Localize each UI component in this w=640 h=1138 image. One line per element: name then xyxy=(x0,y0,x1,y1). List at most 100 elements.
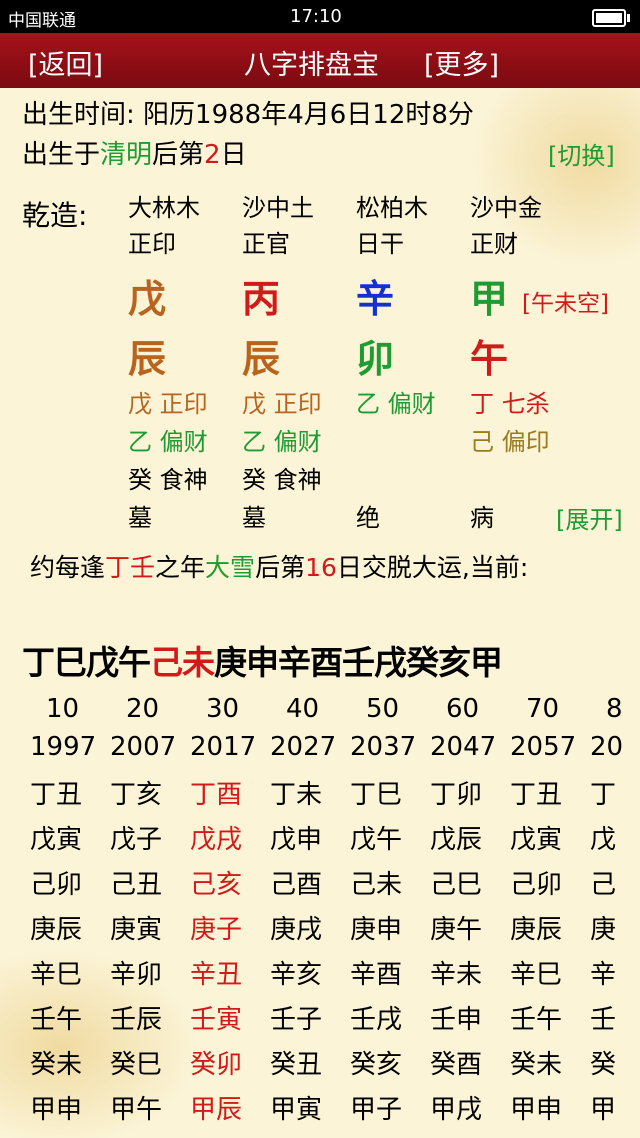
table-cell: 甲辰 xyxy=(190,1095,243,1125)
nayin-month: 沙中土 xyxy=(242,194,314,222)
table-row: 丁丑 丁亥 丁酉 丁未 丁巳 丁卯 丁丑丁 xyxy=(0,774,640,814)
hidden-hour-2: 己 偏印 xyxy=(470,428,550,456)
solar-prefix: 出生于 xyxy=(22,140,101,170)
table-cell: 庚子 xyxy=(190,915,243,945)
solar-term: 清明 xyxy=(100,140,153,170)
table-cell: 甲子 xyxy=(350,1095,403,1125)
table-cell: 庚午 xyxy=(430,915,483,945)
kongwang-label: [午未空] xyxy=(522,291,609,317)
table-cell: 己卯 xyxy=(510,870,563,900)
table-cell: 己 xyxy=(590,870,617,900)
solar-term-line: 出生于清明后第2日 xyxy=(22,134,247,171)
table-cell: 己巳 xyxy=(430,870,483,900)
table-cell: 癸卯 xyxy=(190,1050,243,1080)
table-cell: 庚 xyxy=(590,915,617,945)
table-cell: 丁亥 xyxy=(110,780,163,810)
luck-term: 大雪 xyxy=(205,553,256,582)
table-cell: 戊 xyxy=(590,825,617,855)
table-cell: 己酉 xyxy=(270,870,323,900)
table-cell: 辛 xyxy=(590,960,617,990)
tengod-month: 正官 xyxy=(242,230,290,258)
solar-suffix: 日 xyxy=(220,140,247,170)
branch-hour: 午 xyxy=(470,337,509,381)
table-cell: 庚寅 xyxy=(110,915,163,945)
branch-year: 辰 xyxy=(128,337,167,381)
table-cell: 2027 xyxy=(270,732,337,762)
table-cell: 戊寅 xyxy=(510,825,563,855)
table-cell: 丁卯 xyxy=(430,780,483,810)
table-cell: 30 xyxy=(206,694,240,724)
table-row: 癸未 癸巳 癸卯 癸丑 癸亥 癸酉 癸未癸 xyxy=(0,1044,640,1084)
year-row: 1997 2007 2017 2027 2037 2047 2057 20 xyxy=(0,732,640,772)
back-button[interactable]: [返回] xyxy=(28,43,103,82)
table-cell: 辛丑 xyxy=(190,960,243,990)
table-cell: 己卯 xyxy=(30,870,83,900)
dayun-current: 己未 xyxy=(150,643,215,682)
table-cell: 戊戌 xyxy=(190,825,243,855)
table-cell: 2047 xyxy=(430,732,497,762)
hidden-year-2: 乙 偏财 xyxy=(128,428,208,456)
status-bar: 中国联通 17:10 xyxy=(0,0,640,33)
table-cell: 甲戌 xyxy=(430,1095,483,1125)
page-title: 八字排盘宝 xyxy=(244,50,379,81)
nayin-year: 大林木 xyxy=(128,194,200,222)
table-cell: 庚辰 xyxy=(510,915,563,945)
table-cell: 2037 xyxy=(350,732,417,762)
table-cell: 戊辰 xyxy=(430,825,483,855)
hidden-day-1: 乙 偏财 xyxy=(356,390,436,418)
table-row: 甲申 甲午 甲辰 甲寅 甲子 甲戌 甲申甲 xyxy=(0,1089,640,1129)
table-cell: 癸 xyxy=(590,1050,617,1080)
more-button[interactable]: [更多] xyxy=(424,43,499,82)
table-cell: 辛巳 xyxy=(30,960,83,990)
table-cell: 戊寅 xyxy=(30,825,83,855)
tengod-year: 正印 xyxy=(128,230,176,258)
stage-hour: 病 xyxy=(470,504,494,532)
stem-hour: 甲 xyxy=(470,277,509,321)
table-cell: 丁巳 xyxy=(350,780,403,810)
luck-prefix: 约每逢 xyxy=(30,553,106,582)
birth-time: 出生时间: 阳历1988年4月6日12时8分 xyxy=(22,100,474,130)
table-cell: 壬寅 xyxy=(190,1005,243,1035)
table-cell: 癸未 xyxy=(510,1050,563,1080)
switch-button[interactable]: [切换] xyxy=(548,136,615,171)
table-cell: 丁酉 xyxy=(190,780,243,810)
table-cell: 20 xyxy=(590,732,624,762)
stage-year: 墓 xyxy=(128,504,152,532)
table-cell: 2057 xyxy=(510,732,577,762)
table-cell: 癸亥 xyxy=(350,1050,403,1080)
chart-label: 乾造: xyxy=(22,199,88,232)
luck-mid2: 后第 xyxy=(255,553,306,582)
stage-day: 绝 xyxy=(356,504,380,532)
table-cell: 癸巳 xyxy=(110,1050,163,1080)
dayun-before: 丁巳戊午 xyxy=(22,643,151,682)
table-cell: 己丑 xyxy=(110,870,163,900)
table-cell: 辛亥 xyxy=(270,960,323,990)
tengod-day: 日干 xyxy=(356,230,404,258)
table-cell: 壬申 xyxy=(430,1005,483,1035)
table-cell: 20 xyxy=(126,694,160,724)
stage-month: 墓 xyxy=(242,504,266,532)
table-cell: 丁丑 xyxy=(30,780,83,810)
table-cell: 壬戌 xyxy=(350,1005,403,1035)
table-row: 壬午 壬辰 壬寅 壬子 壬戌 壬申 壬午壬 xyxy=(0,999,640,1039)
battery-icon xyxy=(592,9,630,27)
table-cell: 戊申 xyxy=(270,825,323,855)
branch-day: 卯 xyxy=(356,337,395,381)
table-cell: 庚辰 xyxy=(30,915,83,945)
hidden-year-1: 戊 正印 xyxy=(128,390,208,418)
dayun-after: 庚申辛酉壬戌癸亥甲 xyxy=(214,643,503,682)
dayun-sequence: 丁巳戊午己未庚申辛酉壬戌癸亥甲 xyxy=(22,636,503,684)
table-cell: 甲 xyxy=(590,1095,617,1125)
nayin-hour: 沙中金 xyxy=(470,194,542,222)
table-cell: 2017 xyxy=(190,732,257,762)
table-cell: 丁未 xyxy=(270,780,323,810)
hidden-hour-1: 丁 七杀 xyxy=(470,390,550,418)
expand-button[interactable]: [展开] xyxy=(556,500,623,535)
hidden-month-2: 乙 偏财 xyxy=(242,428,322,456)
luck-suffix: 日交脱大运,当前: xyxy=(336,553,529,582)
hidden-month-3: 癸 食神 xyxy=(242,466,322,494)
stem-month: 丙 xyxy=(242,277,281,321)
solar-day: 2 xyxy=(204,140,221,170)
table-row: 辛巳 辛卯 辛丑 辛亥 辛酉 辛未 辛巳辛 xyxy=(0,954,640,994)
table-cell: 2007 xyxy=(110,732,177,762)
